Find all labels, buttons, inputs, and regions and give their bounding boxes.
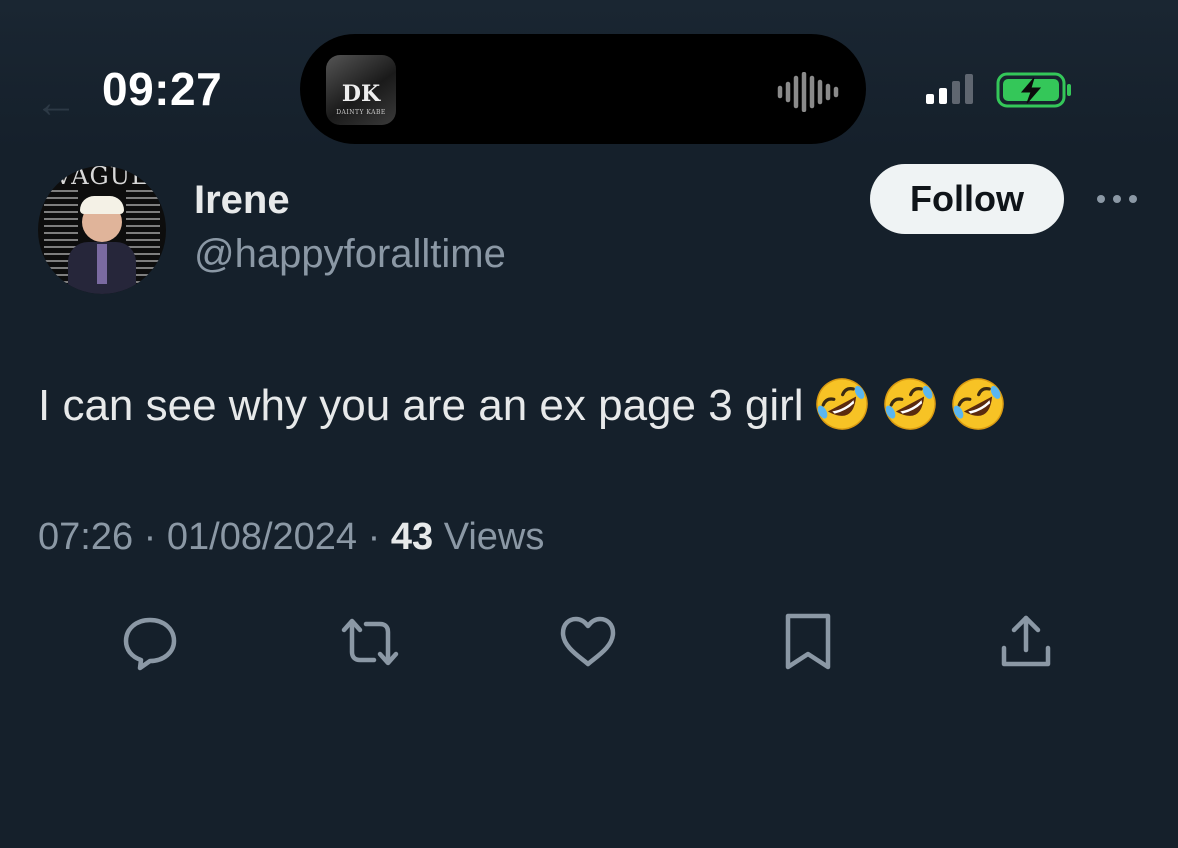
cellular-signal-icon [926,74,973,104]
views-count[interactable]: 43 [391,516,433,558]
meta-separator: · [367,516,381,558]
now-playing-artwork: DK DAINTY KABE [326,55,396,125]
more-options-icon[interactable] [1094,182,1140,216]
like-icon[interactable] [558,612,618,672]
follow-button[interactable]: Follow [870,164,1064,234]
tweet-metadata: 07:26 · 01/08/2024 · 43 Views [38,516,544,559]
rolling-on-floor-laughing-emoji-icon [883,378,936,430]
artwork-monogram: DK [341,81,381,107]
audio-waveform-icon [777,72,839,112]
avatar-magazine-title: VAGUE [54,166,150,190]
share-icon[interactable] [996,612,1056,672]
author-handle[interactable]: @happyforalltime [194,232,506,277]
author-name[interactable]: Irene [194,178,290,223]
tweet-text: I can see why you are an ex page 3 girl [38,374,1008,434]
tweet-date: 01/08/2024 [166,516,358,558]
tweet-time: 07:26 [38,516,134,558]
battery-charging-icon [996,72,1071,108]
tweet-body: I can see why you are an ex page 3 girl [38,381,804,430]
avatar-figure-hair [80,196,124,214]
avatar-figure-tie [97,244,107,284]
rolling-on-floor-laughing-emoji-icon [815,378,868,430]
meta-separator: · [143,516,157,558]
status-time: 09:27 [102,63,223,115]
back-arrow-icon[interactable]: ← [34,78,78,128]
reply-icon[interactable] [120,612,180,672]
retweet-icon[interactable] [340,612,400,672]
views-label[interactable]: Views [444,516,545,558]
bookmark-icon[interactable] [778,612,838,672]
rolling-on-floor-laughing-emoji-icon [951,378,1004,430]
artwork-brand: DAINTY KABE [336,109,386,116]
dynamic-island[interactable]: DK DAINTY KABE [300,34,866,144]
author-avatar[interactable]: VAGUE [38,166,166,294]
